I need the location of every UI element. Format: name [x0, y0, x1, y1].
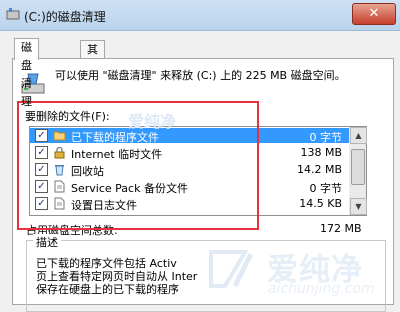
item-size: 14.5 KB [299, 197, 342, 210]
total-space-value: 172 MB [320, 222, 362, 235]
watermark-logo-icon [209, 250, 254, 288]
close-icon: ✕ [368, 6, 380, 21]
close-button[interactable]: ✕ [352, 3, 396, 25]
window-title: (C:)的磁盘清理 [24, 10, 106, 24]
item-size: 0 字节 [309, 131, 343, 144]
scroll-thumb[interactable] [351, 149, 365, 185]
watermark-url: aichunjing.com [268, 281, 375, 297]
scroll-down-button[interactable]: ▼ [350, 198, 367, 215]
watermark-small: 爱纯净 [128, 112, 177, 131]
list-scrollbar[interactable]: ▲ ▼ [349, 126, 367, 216]
scroll-up-button[interactable]: ▲ [350, 127, 367, 144]
description-title: 描述 [33, 234, 61, 250]
tab-disk-cleanup[interactable]: 磁盘清理 [14, 38, 39, 108]
disk-cleanup-icon [6, 8, 20, 20]
space-info-text: 可以使用 "磁盘清理" 来释放 (C:) 上的 225 MB 磁盘空间。 [55, 69, 346, 82]
item-size: 0 字节 [309, 182, 343, 195]
tab-more-options[interactable]: 其他选项 [80, 40, 105, 110]
item-size: 138 MB [300, 146, 342, 159]
item-size: 14.2 MB [296, 163, 342, 176]
title-bar: (C:)的磁盘清理 ✕ [0, 0, 400, 31]
